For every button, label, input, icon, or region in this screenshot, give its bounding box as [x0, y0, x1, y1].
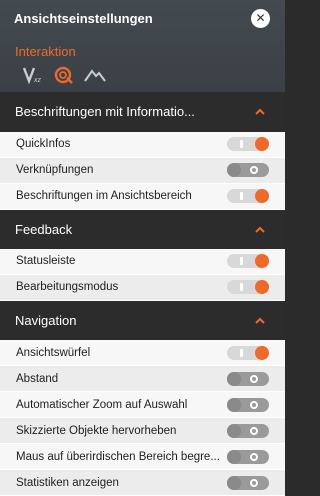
setting-row-viewport-labels: Beschriftungen im Ansichtsbereich [0, 183, 285, 210]
panel-title: Ansichtseinstellungen [14, 11, 153, 26]
setting-label: Statistiken anzeigen [16, 476, 119, 489]
setting-row-mouse-aboveground: Maus auf überirdischen Bereich begre... [0, 444, 285, 470]
panel-header: Ansichtseinstellungen ✕ Interaktion xz [0, 0, 285, 93]
toggle-switch[interactable] [227, 254, 269, 269]
setting-row-highlight-sketched: Skizzierte Objekte hervorheben [0, 418, 285, 444]
setting-row-statusbar: Statusleiste [0, 248, 285, 275]
toggle-switch[interactable] [227, 280, 269, 295]
setting-row-autozoom: Automatischer Zoom auf Auswahl [0, 392, 285, 418]
toggle-switch[interactable] [227, 371, 269, 386]
chevron-up-icon[interactable] [255, 315, 265, 325]
section-feedback-header[interactable]: Feedback [0, 209, 285, 249]
section-title: Navigation [15, 312, 77, 328]
section-title: Feedback [15, 221, 73, 237]
toggle-switch[interactable] [227, 449, 269, 464]
setting-label: Ansichtswürfel [16, 346, 91, 359]
setting-label: Abstand [16, 372, 59, 385]
section-annotations-list: QuickInfos Verknüpfungen Beschriftungen … [0, 131, 285, 210]
svg-text:xz: xz [33, 77, 42, 84]
toggle-switch[interactable] [227, 397, 269, 412]
setting-row-links: Verknüpfungen [0, 157, 285, 184]
viewcube-icon[interactable]: xz [22, 65, 44, 85]
setting-label: Statusleiste [16, 255, 76, 268]
setting-label: Verknüpfungen [16, 164, 94, 176]
view-settings-panel: Ansichtseinstellungen ✕ Interaktion xz B… [0, 0, 285, 496]
section-navigation-list: Ansichtswürfel Abstand Automatischer Zoo… [0, 340, 285, 496]
toggle-switch[interactable] [227, 475, 269, 490]
toggle-switch[interactable] [227, 345, 269, 360]
chevron-up-icon[interactable] [255, 107, 265, 117]
setting-label: QuickInfos [16, 138, 71, 150]
mode-icons: xz [22, 65, 106, 85]
setting-label: Skizzierte Objekte hervorheben [16, 424, 177, 437]
setting-label: Maus auf überirdischen Bereich begre... [16, 450, 220, 463]
toggle-switch[interactable] [227, 189, 269, 203]
section-annotations-header[interactable]: Beschriftungen mit Informatio... [0, 92, 285, 132]
section-feedback-list: Statusleiste Bearbeitungsmodus [0, 248, 285, 301]
setting-label: Beschriftungen im Ansichtsbereich [16, 190, 192, 202]
toggle-switch[interactable] [227, 137, 269, 151]
toggle-switch[interactable] [227, 423, 269, 438]
orbit-icon[interactable] [53, 65, 75, 85]
toggle-switch[interactable] [227, 163, 269, 177]
section-navigation-header[interactable]: Navigation [0, 300, 285, 340]
section-title: Beschriftungen mit Informatio... [15, 104, 195, 120]
setting-row-editmode: Bearbeitungsmodus [0, 274, 285, 301]
close-button[interactable]: ✕ [251, 9, 270, 28]
setting-row-distance: Abstand [0, 366, 285, 392]
terrain-icon[interactable] [84, 65, 106, 85]
setting-label: Automatischer Zoom auf Auswahl [16, 398, 188, 411]
tab-interaction[interactable]: Interaktion [15, 44, 76, 59]
chevron-up-icon[interactable] [255, 224, 265, 234]
setting-row-statistics: Statistiken anzeigen [0, 470, 285, 496]
setting-row-quickinfos: QuickInfos [0, 131, 285, 158]
setting-row-viewcube: Ansichtswürfel [0, 340, 285, 366]
setting-label: Bearbeitungsmodus [16, 281, 119, 294]
